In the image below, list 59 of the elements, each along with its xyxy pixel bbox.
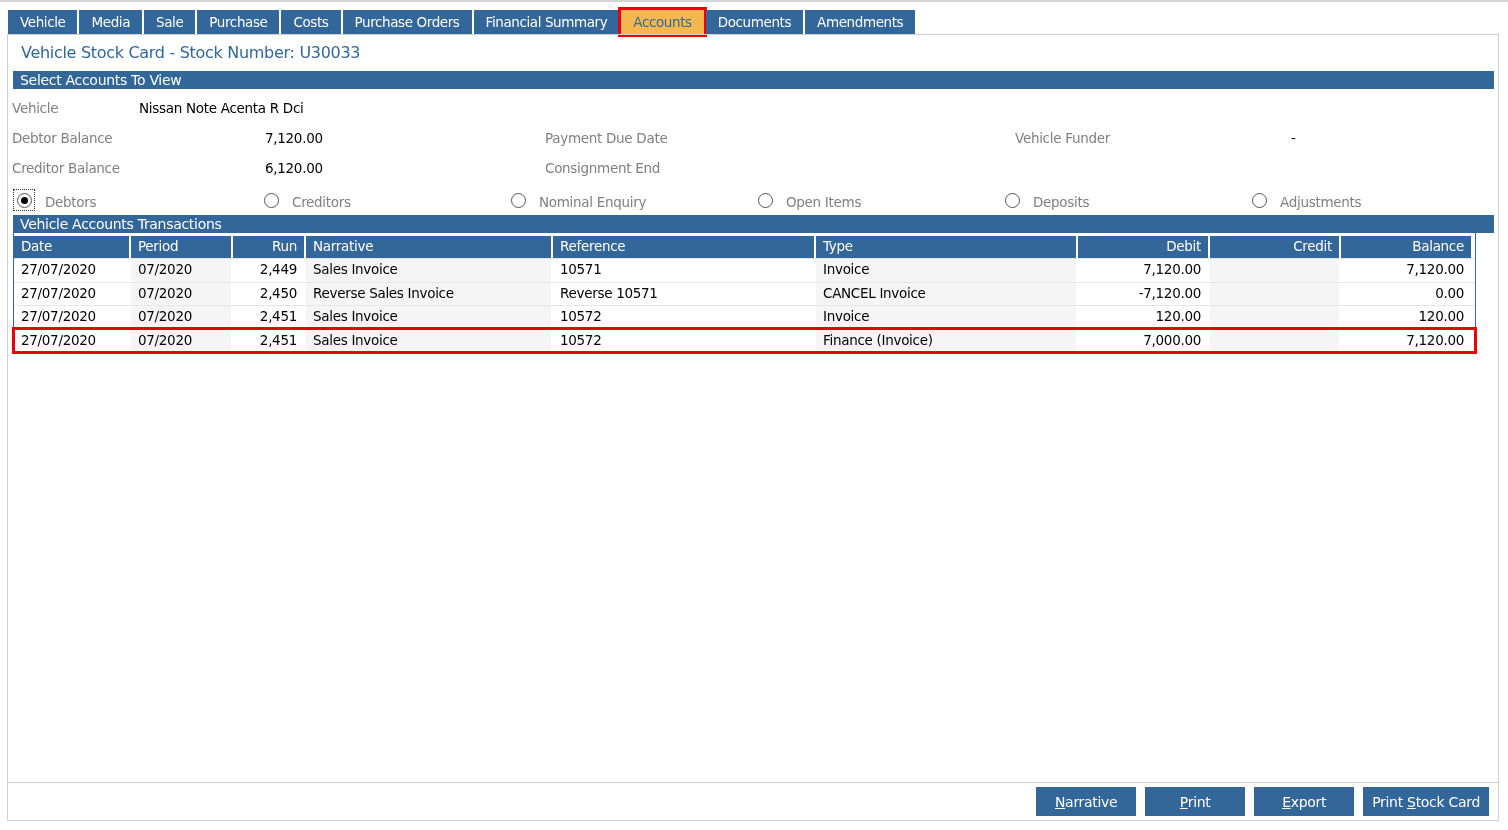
table-cell: 120.00 <box>1341 306 1473 329</box>
page-title: Vehicle Stock Card - Stock Number: U30033 <box>20 42 362 64</box>
field-label: Vehicle <box>12 100 60 116</box>
action-button[interactable]: Print Stock Card <box>1363 787 1489 816</box>
radio-label: Deposits <box>1033 193 1090 210</box>
table-cell: CANCEL Invoice <box>816 282 1078 305</box>
action-button[interactable]: Export <box>1254 787 1355 816</box>
table-cell: 7,120.00 <box>1341 259 1473 282</box>
field-label: Consignment End <box>545 160 661 176</box>
tab[interactable]: Financial Summary <box>473 10 620 34</box>
table-cell: Invoice <box>816 259 1078 282</box>
action-button[interactable]: Print <box>1145 787 1246 816</box>
tab[interactable]: Media <box>79 10 143 34</box>
radio-label: Open Items <box>786 193 862 210</box>
column-header[interactable]: Credit <box>1210 236 1341 258</box>
column-header[interactable]: Reference <box>553 236 816 258</box>
column-header[interactable]: Type <box>816 236 1078 258</box>
table-cell: 7,120.00 <box>1341 329 1473 352</box>
tab[interactable]: Sale <box>144 10 196 34</box>
tab[interactable]: Purchase Orders <box>342 10 472 34</box>
column-header[interactable]: Balance <box>1341 236 1473 258</box>
table-cell: Sales Invoice <box>306 259 553 282</box>
table-cell: 0.00 <box>1341 282 1473 305</box>
tab[interactable]: Documents <box>705 10 804 34</box>
field-label: Creditor Balance <box>12 160 121 176</box>
table-cell: 07/2020 <box>131 282 233 305</box>
table-cell: 07/2020 <box>131 306 233 329</box>
section-header: Vehicle Accounts Transactions <box>13 215 1494 233</box>
field-label: Debtor Balance <box>12 130 114 146</box>
radio-button[interactable] <box>13 189 35 211</box>
table-cell: Finance (Invoice) <box>816 329 1078 352</box>
column-header[interactable]: Date <box>14 236 131 258</box>
tab[interactable]: Amendments <box>805 10 916 34</box>
radio-label: Nominal Enquiry <box>539 193 647 210</box>
field-value: - <box>1291 130 1296 146</box>
field-value: Nissan Note Acenta R Dci <box>139 100 304 116</box>
tab[interactable]: Purchase <box>197 10 280 34</box>
section-header: Select Accounts To View <box>13 71 1494 89</box>
radio-label: Adjustments <box>1280 193 1362 210</box>
column-header[interactable]: Narrative <box>306 236 553 258</box>
column-header[interactable]: Period <box>131 236 233 258</box>
table-cell: Reverse Sales Invoice <box>306 282 553 305</box>
table-cell: 07/2020 <box>131 329 233 352</box>
field-value: 7,120.00 <box>265 130 323 146</box>
table-cell: 07/2020 <box>131 259 233 282</box>
table-cell: Sales Invoice <box>306 306 553 329</box>
field-label: Vehicle Funder <box>1015 130 1112 146</box>
field-label: Payment Due Date <box>545 130 669 146</box>
field-value: 6,120.00 <box>265 160 323 176</box>
column-header[interactable]: Debit <box>1078 236 1210 258</box>
column-header[interactable]: Run <box>233 236 306 258</box>
tab[interactable]: Vehicle <box>8 10 78 34</box>
table-cell: Sales Invoice <box>306 329 553 352</box>
tab[interactable]: Costs <box>281 10 341 34</box>
table-cell: Invoice <box>816 306 1078 329</box>
action-button[interactable]: Narrative <box>1036 787 1137 816</box>
radio-label: Debtors <box>45 193 97 210</box>
tab[interactable]: Accounts <box>621 10 704 34</box>
radio-label: Creditors <box>292 193 351 210</box>
